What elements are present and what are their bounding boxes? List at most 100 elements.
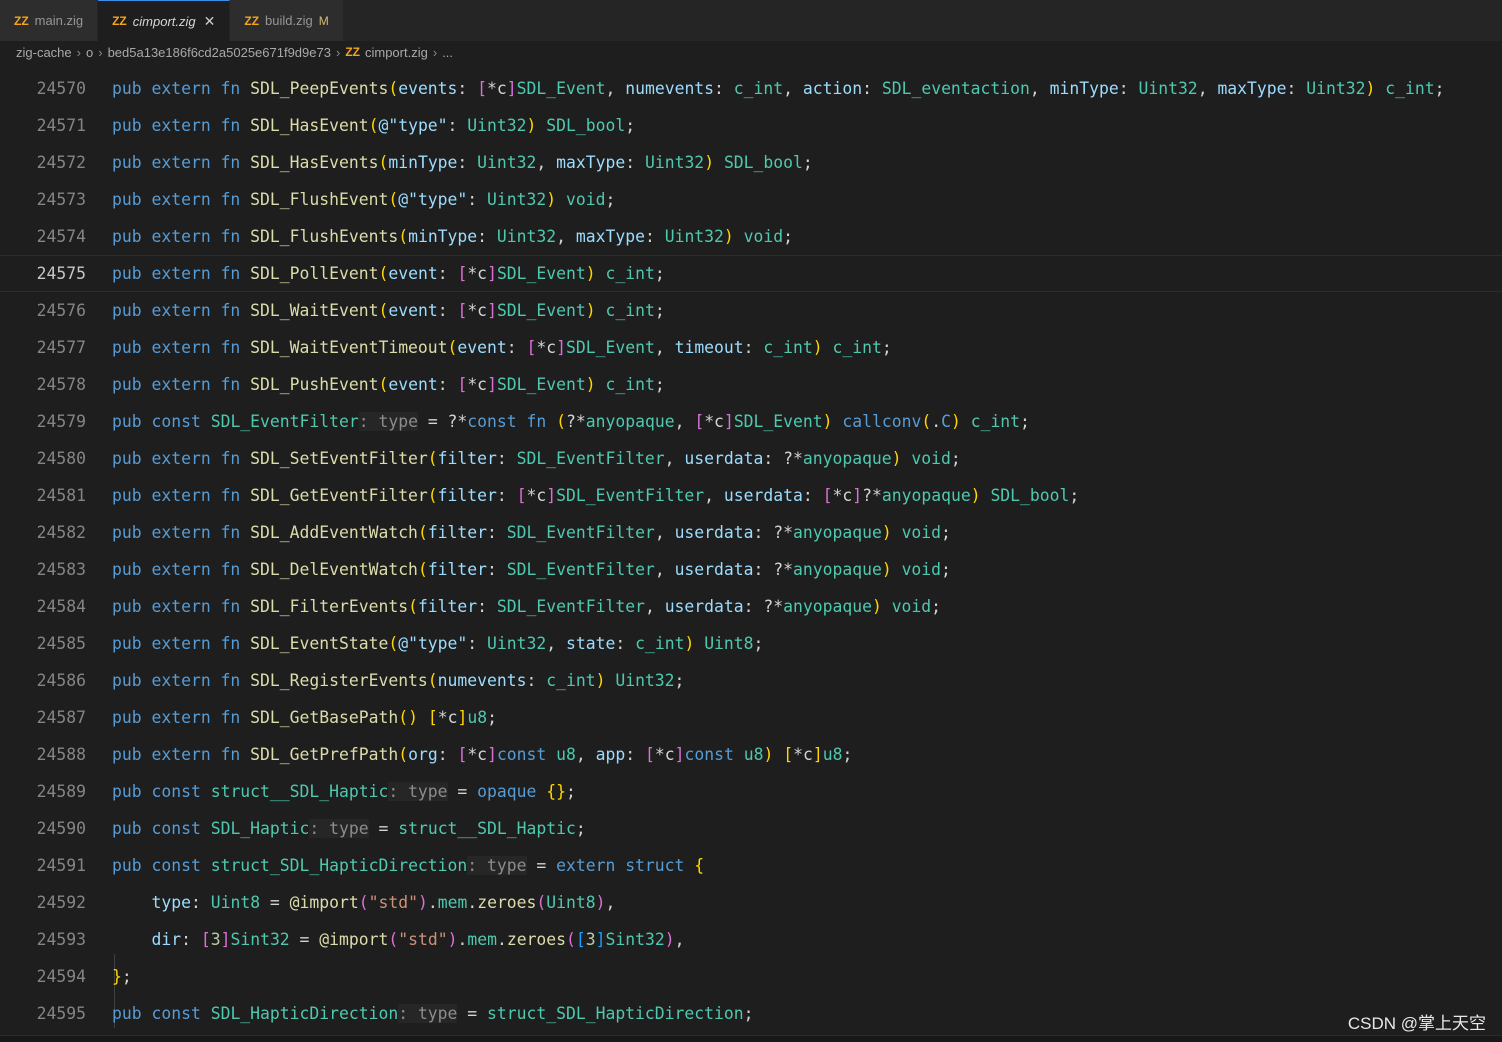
code-line[interactable]: 24573 pub extern fn SDL_FlushEvent(@"type… xyxy=(0,181,1502,218)
code-token: : xyxy=(457,153,478,172)
code-token: timeout xyxy=(674,338,744,357)
code-editor[interactable]: 24570 pub extern fn SDL_PeepEvents(events… xyxy=(0,70,1502,1030)
code-line[interactable]: 24589 pub const struct__SDL_Haptic: type … xyxy=(0,773,1502,810)
code-token: [ xyxy=(516,486,527,505)
code-token: : xyxy=(496,449,517,468)
line-number: 24581 xyxy=(36,486,86,505)
code-token: : ?* xyxy=(753,560,793,579)
code-line[interactable]: 24595 pub const SDL_HapticDirection: type… xyxy=(0,995,1502,1032)
code-line[interactable]: 24571 pub extern fn SDL_HasEvent(@"type":… xyxy=(0,107,1502,144)
code-token: extern xyxy=(151,116,221,135)
code-line[interactable]: 24574 pub extern fn SDL_FlushEvents(minTy… xyxy=(0,218,1502,255)
code-token: callconv xyxy=(842,412,922,431)
code-token: , xyxy=(674,412,695,431)
tab-build-zig[interactable]: ZZ build.zig M xyxy=(230,0,344,41)
code-line[interactable]: 24585 pub extern fn SDL_EventState(@"type… xyxy=(0,625,1502,662)
code-token: ; xyxy=(950,449,961,468)
code-token: anyopaque xyxy=(802,449,892,468)
code-line[interactable]: 24594}; xyxy=(0,958,1502,995)
tab-cimport-zig[interactable]: ZZ cimport.zig ✕ xyxy=(98,0,231,41)
code-line[interactable]: 24591 pub const struct_SDL_HapticDirectio… xyxy=(0,847,1502,884)
code-line[interactable]: 24593 dir: [3]Sint32 = @import("std").me… xyxy=(0,921,1502,958)
code-line[interactable]: 24584 pub extern fn SDL_FilterEvents(filt… xyxy=(0,588,1502,625)
code-token: = xyxy=(526,856,557,875)
code-token: Uint32 xyxy=(487,190,547,209)
code-line[interactable]: 24572 pub extern fn SDL_HasEvents(minType… xyxy=(0,144,1502,181)
code-token: numevents xyxy=(437,671,527,690)
code-token: ; xyxy=(941,523,951,542)
code-token: zeroes xyxy=(506,930,567,949)
code-token: action xyxy=(802,79,863,98)
code-line[interactable]: 24592 type: Uint8 = @import("std").mem.z… xyxy=(0,884,1502,921)
code-token: : xyxy=(1118,79,1139,98)
code-token: ] xyxy=(487,745,497,764)
code-token: fn xyxy=(220,190,251,209)
code-token: : xyxy=(1286,79,1307,98)
watermark: CSDN @掌上天空 xyxy=(1347,1014,1486,1033)
code-token: const xyxy=(151,856,211,875)
code-token: : xyxy=(802,486,823,505)
code-line[interactable]: 24576 pub extern fn SDL_WaitEvent(event: … xyxy=(0,292,1502,329)
code-token: ( xyxy=(358,893,369,912)
breadcrumb-item[interactable]: zig-cache xyxy=(16,45,72,60)
code-token: , xyxy=(654,560,675,579)
code-line[interactable]: 24581 pub extern fn SDL_GetEventFilter(fi… xyxy=(0,477,1502,514)
tab-main-zig[interactable]: ZZ main.zig xyxy=(0,0,99,41)
breadcrumb-item[interactable]: cimport.zig xyxy=(365,45,428,60)
code-line[interactable]: 24586 pub extern fn SDL_RegisterEvents(nu… xyxy=(0,662,1502,699)
code-token: filter xyxy=(427,560,488,579)
code-line[interactable]: 24588 pub extern fn SDL_GetPrefPath(org: … xyxy=(0,736,1502,773)
code-token: Uint8 xyxy=(210,893,261,912)
code-token: extern xyxy=(151,153,221,172)
code-token: extern xyxy=(151,301,221,320)
code-token: SDL_PushEvent xyxy=(250,375,379,394)
code-line[interactable]: 24575 pub extern fn SDL_PollEvent(event: … xyxy=(0,255,1502,292)
code-token: ] xyxy=(487,375,497,394)
breadcrumb-item[interactable]: ... xyxy=(442,45,453,60)
code-token: () xyxy=(398,708,418,727)
code-token: , xyxy=(654,338,675,357)
code-token: fn xyxy=(220,597,251,616)
code-line[interactable]: 24578 pub extern fn SDL_PushEvent(event: … xyxy=(0,366,1502,403)
code-token: : xyxy=(526,671,547,690)
code-token: "std" xyxy=(368,893,418,912)
code-text: pub extern fn SDL_FilterEvents(filter: S… xyxy=(112,588,941,625)
code-token: anyopaque xyxy=(793,560,882,579)
code-token: [ xyxy=(783,745,794,764)
code-token: ; xyxy=(1069,486,1080,505)
close-icon[interactable]: ✕ xyxy=(204,13,216,30)
code-token: fn xyxy=(220,79,251,98)
code-line[interactable]: 24570 pub extern fn SDL_PeepEvents(events… xyxy=(0,70,1502,107)
code-text: pub const struct__SDL_Haptic: type = opa… xyxy=(112,773,576,810)
code-token: struct__SDL_Haptic xyxy=(210,782,389,801)
code-token: ] xyxy=(852,486,863,505)
code-line[interactable]: 24580 pub extern fn SDL_SetEventFilter(fi… xyxy=(0,440,1502,477)
code-line[interactable]: 24582 pub extern fn SDL_AddEventWatch(fil… xyxy=(0,514,1502,551)
code-token: : xyxy=(437,301,458,320)
code-line[interactable]: 24590 pub const SDL_Haptic: type = struct… xyxy=(0,810,1502,847)
code-line[interactable]: 24583 pub extern fn SDL_DelEventWatch(fil… xyxy=(0,551,1502,588)
code-token: u8 xyxy=(467,708,488,727)
code-line[interactable]: 24579 pub const SDL_EventFilter: type = ?… xyxy=(0,403,1502,440)
code-token: mem xyxy=(467,930,497,949)
breadcrumb-item[interactable]: o xyxy=(86,45,93,60)
code-token: = xyxy=(447,782,478,801)
line-number: 24582 xyxy=(36,523,86,542)
code-text: pub extern fn SDL_PeepEvents(events: [*c… xyxy=(112,70,1444,107)
code-token: numevents xyxy=(625,79,715,98)
code-line[interactable]: 24577 pub extern fn SDL_WaitEventTimeout(… xyxy=(0,329,1502,366)
code-token: Uint8 xyxy=(546,893,596,912)
code-text: pub extern fn SDL_HasEvents(minType: Uin… xyxy=(112,144,813,181)
chevron-right-icon: › xyxy=(432,44,438,60)
breadcrumb-item[interactable]: bed5a13e186f6cd2a5025e671f9d9e73 xyxy=(108,45,331,60)
code-token: u8 xyxy=(556,745,576,764)
code-token: SDL_AddEventWatch xyxy=(250,523,418,542)
code-line[interactable]: 24587 pub extern fn SDL_GetBasePath() [*c… xyxy=(0,699,1502,736)
code-token: *c xyxy=(467,745,488,764)
